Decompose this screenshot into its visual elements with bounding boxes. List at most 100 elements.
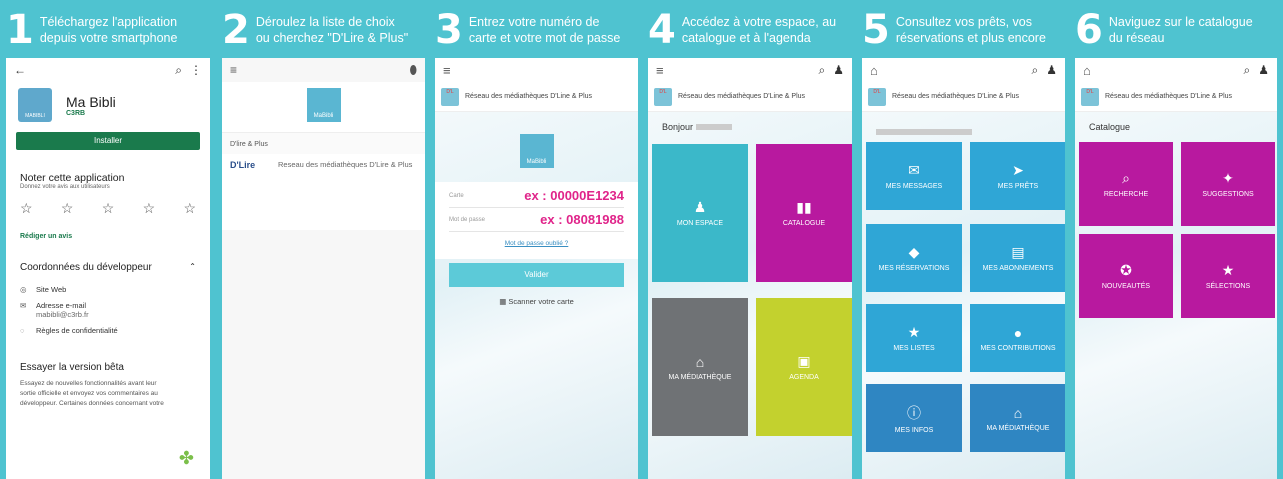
app-logo: MaBibli — [435, 112, 638, 182]
developer-name[interactable]: C3RB — [66, 110, 116, 117]
tile-mes-prets[interactable]: ➤ MES PRÊTS — [970, 142, 1065, 210]
app-header: MABIBLI Ma Bibli C3RB — [6, 82, 210, 128]
star-icon: ★ — [907, 324, 921, 340]
step-2: 2 Déroulez la liste de choix ou cherchez … — [216, 0, 429, 479]
location-pin-icon[interactable]: ⬮ — [409, 63, 417, 78]
catalog-title: Catalogue — [1089, 122, 1131, 132]
more-vert-icon[interactable]: ⋮ — [190, 63, 202, 77]
step-number: 6 — [1075, 7, 1103, 53]
install-button[interactable]: Installer — [16, 132, 200, 150]
star-icon[interactable]: ☆ — [102, 200, 115, 217]
dlire-mini-logo: D'L — [441, 87, 459, 106]
library-option[interactable]: D'Lire Reseau des médiathèques D'Lire & … — [222, 154, 425, 202]
step-caption: Accédez à votre espace, au catalogue et à… — [681, 15, 837, 45]
greeting: Bonjour — [648, 112, 852, 142]
star-icon[interactable]: ☆ — [61, 200, 74, 217]
website-row[interactable]: ◎ Site Web — [20, 285, 196, 294]
tile-mes-listes[interactable]: ★ MES LISTES — [866, 304, 962, 372]
picker-topbar: ≡ ⬮ — [222, 58, 425, 82]
star-icon[interactable]: ☆ — [20, 200, 33, 217]
tile-ma-mediatheque[interactable]: ⌂ MA MÉDIATHÈQUE — [970, 384, 1065, 452]
tile-mes-infos[interactable]: ⓘ MES INFOS — [866, 384, 962, 452]
app-name: Ma Bibli — [66, 93, 116, 110]
tile-mes-contributions[interactable]: ● MES CONTRIBUTIONS — [970, 304, 1065, 372]
user-icon[interactable]: ♟ — [1046, 63, 1057, 77]
dlire-mini-logo: D'L — [1081, 87, 1099, 106]
user-icon: ♟ — [693, 199, 707, 215]
card-number-field[interactable]: Carte ex : 00000E1234 — [449, 184, 624, 208]
catalog-screen: ⌂ ⌕ ♟ D'L Réseau des médiathèques D'Line &… — [1075, 58, 1277, 479]
menu-icon[interactable]: ≡ — [230, 63, 237, 77]
star-icon[interactable]: ☆ — [143, 200, 156, 217]
step-6-header: 6 Naviguez sur le catalogue du réseau — [1075, 6, 1279, 58]
step-4-header: 4 Accédez à votre espace, au catalogue et… — [648, 6, 852, 58]
step-5: 5 Consultez vos prêts, vos réservations e… — [856, 0, 1069, 479]
step-number: 2 — [222, 7, 250, 53]
search-icon[interactable]: ⌕ — [819, 63, 826, 78]
badge-icon: ✪ — [1120, 262, 1132, 278]
email-row[interactable]: ✉ Adresse e-mail mabibli@c3rb.fr — [20, 301, 196, 319]
account-screen: ⌂ ⌕ ♟ D'L Réseau des médiathèques D'Line &… — [862, 58, 1065, 479]
write-review-link[interactable]: Rédiger un avis — [6, 217, 210, 240]
star-icon: ★ — [1221, 262, 1235, 278]
home-icon[interactable]: ⌂ — [1083, 63, 1091, 78]
menu-icon[interactable]: ≡ — [656, 63, 664, 78]
shield-icon: ◌ — [20, 326, 25, 335]
step-1: 1 Téléchargez l'application depuis votre … — [0, 0, 214, 479]
step-1-header: 1 Téléchargez l'application depuis votre … — [6, 6, 210, 58]
network-header: D'L Réseau des médiathèques D'Line & Plus — [648, 82, 852, 112]
menu-icon[interactable]: ≡ — [443, 63, 451, 78]
tile-mes-messages[interactable]: ✉ MES MESSAGES — [866, 142, 962, 210]
step-6: 6 Naviguez sur le catalogue du réseau ⌂ ⌕… — [1069, 0, 1283, 479]
step-2-header: 2 Déroulez la liste de choix ou cherchez … — [222, 6, 425, 58]
dlire-mini-logo: D'L — [868, 87, 886, 106]
password-field[interactable]: Mot de passe ex : 08081988 — [449, 208, 624, 232]
step-3-header: 3 Entrez votre numéro de carte et votre m… — [435, 6, 638, 58]
tile-catalogue[interactable]: ▮▮ CATALOGUE — [756, 144, 852, 282]
step-number: 4 — [648, 7, 676, 53]
chevron-up-icon: ⌃ — [189, 262, 196, 271]
login-screen: ≡ D'L Réseau des médiathèques D'Line & Pl… — [435, 58, 638, 479]
network-name: Reseau des médiathèques D'Lire & Plus — [278, 160, 413, 169]
tile-recherche[interactable]: ⌕ RECHERCHE — [1079, 142, 1173, 226]
back-arrow-icon[interactable]: ← — [14, 63, 26, 77]
dev-contact-header[interactable]: Coordonnées du développeur ⌃ — [6, 240, 210, 273]
play-store-screen: ← ⌕ ⋮ MABIBLI Ma Bibli C3RB Installer No… — [6, 58, 210, 479]
search-icon[interactable]: ⌕ — [175, 63, 182, 78]
email-icon: ✉ — [20, 301, 27, 310]
user-icon[interactable]: ♟ — [1258, 63, 1269, 77]
tile-nouveautes[interactable]: ✪ NOUVEAUTÉS — [1079, 234, 1173, 318]
beta-illustration-icon: ✤ — [178, 448, 194, 468]
search-icon[interactable]: ⌕ — [1032, 63, 1039, 78]
search-icon: ⌕ — [1122, 170, 1130, 186]
step-caption: Téléchargez l'application depuis votre sm… — [39, 15, 178, 45]
tile-mes-abonnements[interactable]: ▤ MES ABONNEMENTS — [970, 224, 1065, 292]
tile-suggestions[interactable]: ✦ SUGGESTIONS — [1181, 142, 1275, 226]
home-screen: ≡ ⌕ ♟ D'L Réseau des médiathèques D'Line &… — [648, 58, 852, 479]
tile-ma-mediatheque[interactable]: ⌂ MA MÉDIATHÈQUE — [652, 298, 748, 436]
star-rating[interactable]: ☆ ☆ ☆ ☆ ☆ — [6, 200, 210, 217]
star-icon[interactable]: ☆ — [183, 200, 196, 217]
scan-card-button[interactable]: ▦ Scanner votre carte — [435, 287, 638, 306]
info-icon: ⓘ — [907, 404, 921, 421]
forgot-password-link[interactable]: Mot de passe oublié ? — [435, 232, 638, 257]
step-caption: Entrez votre numéro de carte et votre mot… — [468, 15, 621, 45]
privacy-row[interactable]: ◌ Règles de confidentialité — [20, 326, 196, 335]
card-icon: ▤ — [1011, 244, 1025, 260]
tile-selections[interactable]: ★ SÉLECTIONS — [1181, 234, 1275, 318]
tile-mes-reservations[interactable]: ◆ MES RÉSERVATIONS — [866, 224, 962, 292]
dlire-mini-logo: D'L — [654, 87, 672, 106]
step-caption: Déroulez la liste de choix ou cherchez "D… — [255, 15, 409, 45]
submit-button[interactable]: Valider — [449, 263, 624, 287]
chat-icon: ● — [1013, 324, 1023, 341]
user-icon[interactable]: ♟ — [833, 63, 844, 77]
home-icon[interactable]: ⌂ — [870, 63, 878, 78]
rate-subtitle: Donnez votre avis aux utilisateurs — [20, 184, 110, 190]
tile-mon-espace[interactable]: ♟ MON ESPACE — [652, 144, 748, 282]
search-icon[interactable]: ⌕ — [1244, 63, 1251, 78]
app-logo: MABIBLI — [18, 88, 52, 122]
building-icon: ⌂ — [1013, 404, 1023, 421]
tile-agenda[interactable]: ▣ AGENDA — [756, 298, 852, 436]
beta-text: Essayez de nouvelles fonctionnalités ava… — [20, 380, 164, 407]
home-topbar: ≡ ⌕ ♟ — [648, 58, 852, 82]
